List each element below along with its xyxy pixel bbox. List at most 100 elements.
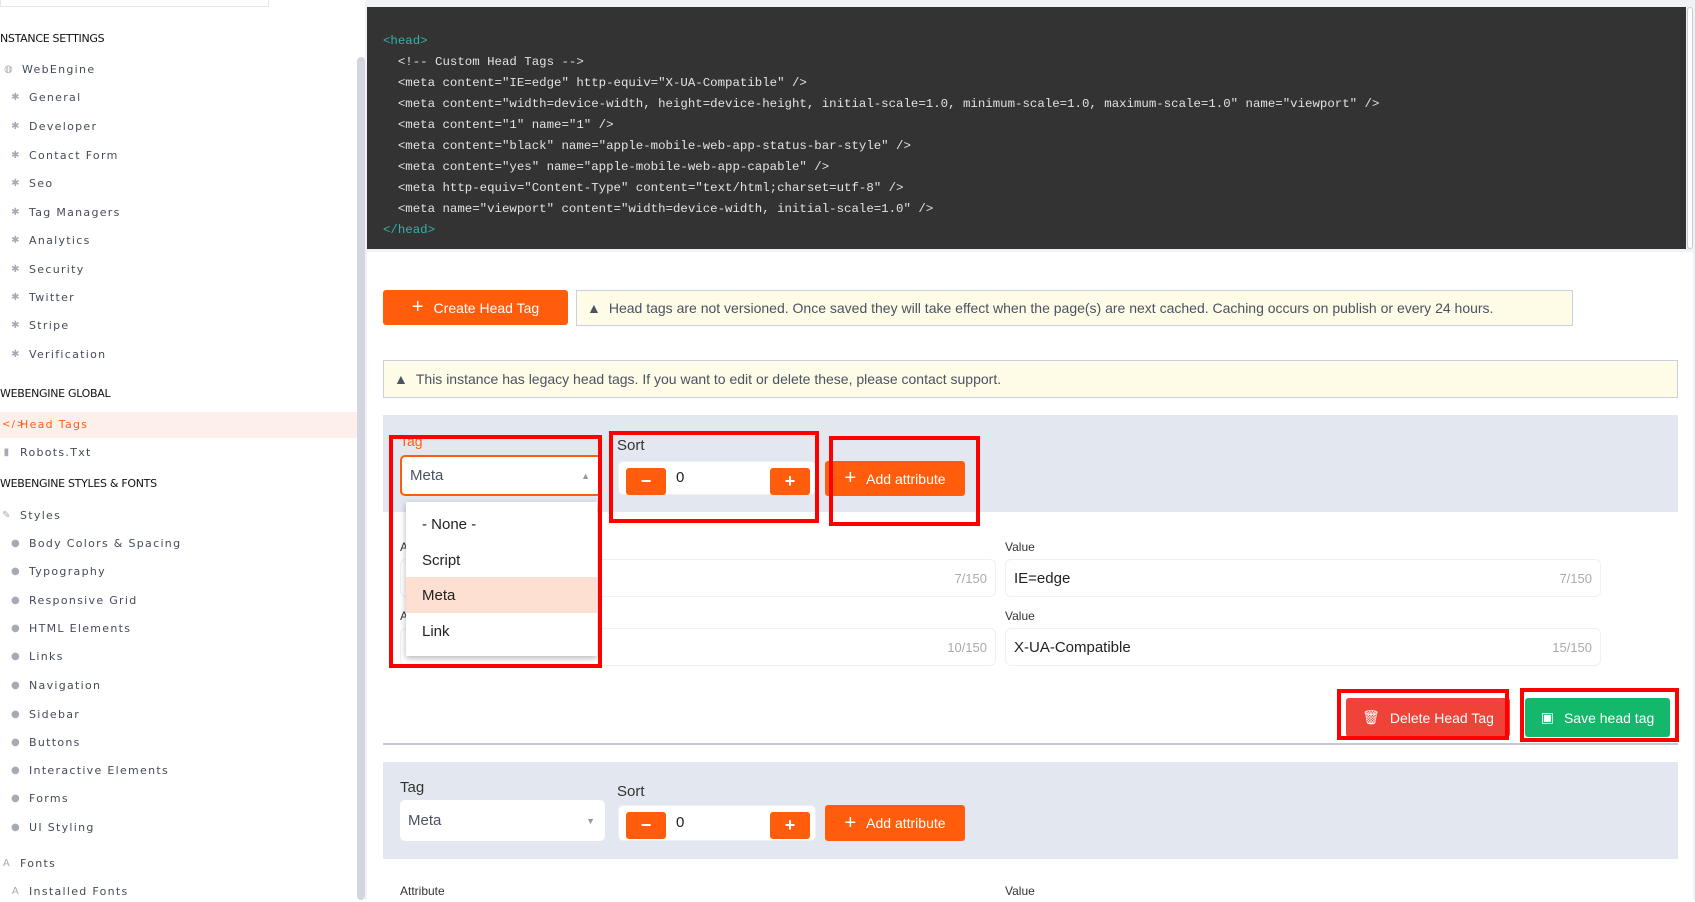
sidebar-item-seo[interactable]: ✱ Seo — [11, 177, 53, 190]
char-counter: 7/150 — [954, 570, 987, 586]
dropdown-option-none[interactable]: - None - — [406, 506, 597, 542]
versioning-notice: ▲ Head tags are not versioned. Once saved… — [576, 290, 1573, 326]
create-head-tag-button[interactable]: + Create Head Tag — [383, 290, 568, 325]
sidebar-item-general[interactable]: ✱ General — [11, 91, 81, 104]
sidebar-item-verification[interactable]: ✱ Verification — [11, 348, 106, 361]
font-icon: A — [2, 858, 12, 869]
dropdown-option-link[interactable]: Link — [406, 613, 597, 649]
sidebar-item-styles[interactable]: ✎ Styles — [2, 509, 61, 522]
sidebar-item-label: Head Tags — [20, 418, 89, 431]
decrement-button[interactable]: − — [626, 812, 666, 839]
sidebar-item-label: General — [29, 91, 82, 104]
sidebar-item-interactive-elements[interactable]: ● Interactive Elements — [11, 764, 169, 777]
plus-icon: + — [411, 296, 424, 318]
code-line: <meta http-equiv="Content-Type" content=… — [383, 181, 904, 195]
palette-icon: ● — [11, 595, 22, 606]
sort-stepper[interactable]: − 0 + — [618, 461, 816, 495]
value-input[interactable]: X-UA-Compatible 15/150 — [1005, 628, 1601, 666]
select-value: Meta — [410, 467, 444, 484]
sidebar-item-navigation[interactable]: ● Navigation — [11, 679, 101, 692]
file-icon: ▮ — [3, 447, 11, 458]
sidebar-item-body-colors[interactable]: ● Body Colors & Spacing — [11, 537, 181, 550]
head-tag-card: Tag Meta ▼ Sort − 0 + + Add attribute Attr… — [383, 762, 1678, 902]
sidebar-item-label: Links — [29, 650, 64, 663]
sort-stepper[interactable]: − 0 + — [618, 805, 816, 841]
sidebar-item-ui-styling[interactable]: ● UI Styling — [11, 821, 95, 834]
gear-icon: ✱ — [11, 92, 21, 103]
sidebar-item-twitter[interactable]: ✱ Twitter — [11, 291, 75, 304]
sidebar-item-robots-txt[interactable]: ▮ Robots.Txt — [2, 446, 92, 459]
value-input[interactable]: IE=edge 7/150 — [1005, 559, 1601, 597]
button-label: Add attribute — [866, 815, 946, 831]
code-line: <meta content="yes" name="apple-mobile-w… — [383, 160, 830, 174]
sidebar-item-label: Stripe — [29, 319, 70, 332]
value-label: Value — [1005, 540, 1035, 554]
sidebar-item-responsive-grid[interactable]: ● Responsive Grid — [11, 594, 137, 607]
code-line: <meta content="IE=edge" http-equiv="X-UA… — [383, 76, 807, 90]
notice-text: This instance has legacy head tags. If y… — [415, 371, 1002, 387]
palette-icon: ● — [11, 680, 22, 691]
code-scrollbar[interactable] — [1687, 7, 1693, 249]
sort-label: Sort — [617, 783, 645, 800]
sidebar-item-developer[interactable]: ✱ Developer — [11, 120, 97, 133]
dropdown-option-script[interactable]: Script — [406, 542, 597, 578]
gear-icon: ✱ — [11, 349, 21, 360]
section-title-styles-fonts: WEBENGINE STYLES & FONTS — [0, 477, 157, 490]
code-line: <meta content="black" name="apple-mobile… — [383, 139, 911, 153]
value-label: Value — [1005, 609, 1035, 623]
code-line: <meta name="viewport" content="width=dev… — [383, 202, 934, 216]
decrement-button[interactable]: − — [626, 468, 666, 495]
sidebar-scrollbar[interactable] — [357, 57, 365, 900]
code-line: <meta content="1" name="1" /> — [383, 118, 614, 132]
sidebar-item-label: Verification — [29, 348, 107, 361]
char-counter: 10/150 — [947, 639, 987, 655]
sidebar-item-webengine[interactable]: ◍ WebEngine — [4, 63, 95, 76]
sidebar-item-fonts[interactable]: A Fonts — [2, 857, 56, 870]
sidebar-item-security[interactable]: ✱ Security — [11, 263, 85, 276]
sidebar-item-label: Fonts — [20, 857, 57, 870]
sidebar-item-tag-managers[interactable]: ✱ Tag Managers — [11, 206, 121, 219]
palette-icon: ● — [11, 709, 22, 720]
char-counter: 15/150 — [1552, 639, 1592, 655]
sidebar-item-label: Buttons — [29, 736, 81, 749]
gear-icon: ✱ — [11, 121, 21, 132]
add-attribute-button[interactable]: + Add attribute — [825, 461, 965, 496]
sidebar-item-buttons[interactable]: ● Buttons — [11, 736, 81, 749]
sidebar-item-head-tags[interactable]: </> Head Tags — [2, 418, 88, 431]
sort-value[interactable]: 0 — [676, 469, 684, 486]
sidebar-item-label: Styles — [20, 509, 62, 522]
sidebar-item-label: Typography — [29, 565, 106, 578]
delete-head-tag-button[interactable]: 🗑︎ Delete Head Tag — [1346, 698, 1510, 737]
sidebar-item-label: Developer — [29, 120, 98, 133]
dropdown-option-meta[interactable]: Meta — [406, 577, 597, 613]
sidebar-item-installed-fonts[interactable]: A Installed Fonts — [11, 885, 129, 898]
caret-down-icon: ▼ — [586, 815, 595, 826]
sidebar-item-stripe[interactable]: ✱ Stripe — [11, 319, 69, 332]
tag-select[interactable]: Meta ▼ — [400, 800, 605, 841]
tag-label: Tag — [400, 433, 423, 449]
caret-up-icon: ▲ — [581, 470, 590, 481]
button-label: Delete Head Tag — [1389, 709, 1494, 726]
sidebar-item-links[interactable]: ● Links — [11, 650, 64, 663]
add-attribute-button[interactable]: + Add attribute — [825, 805, 965, 841]
tag-select[interactable]: Meta ▲ — [400, 455, 602, 496]
sidebar-item-contact-form[interactable]: ✱ Contact Form — [11, 149, 119, 162]
increment-button[interactable]: + — [770, 468, 810, 495]
sidebar-item-forms[interactable]: ● Forms — [11, 792, 69, 805]
sidebar-item-analytics[interactable]: ✱ Analytics — [11, 234, 91, 247]
sidebar-item-html-elements[interactable]: ● HTML Elements — [11, 622, 131, 635]
increment-button[interactable]: + — [770, 812, 810, 839]
sidebar-item-label: Twitter — [29, 291, 75, 304]
globe-icon: ◍ — [4, 64, 15, 75]
palette-icon: ● — [11, 538, 22, 549]
palette-icon: ● — [11, 793, 22, 804]
select-value: Meta — [408, 812, 442, 829]
sidebar-item-sidebar[interactable]: ● Sidebar — [11, 708, 80, 721]
sidebar-item-typography[interactable]: ● Typography — [11, 565, 106, 578]
brush-icon: ✎ — [2, 510, 12, 521]
gear-icon: ✱ — [11, 150, 21, 161]
sort-value[interactable]: 0 — [676, 814, 684, 831]
save-head-tag-button[interactable]: ▣ Save head tag — [1525, 698, 1670, 737]
sidebar-item-label: HTML Elements — [29, 622, 132, 635]
sidebar-item-label: Seo — [29, 177, 54, 190]
